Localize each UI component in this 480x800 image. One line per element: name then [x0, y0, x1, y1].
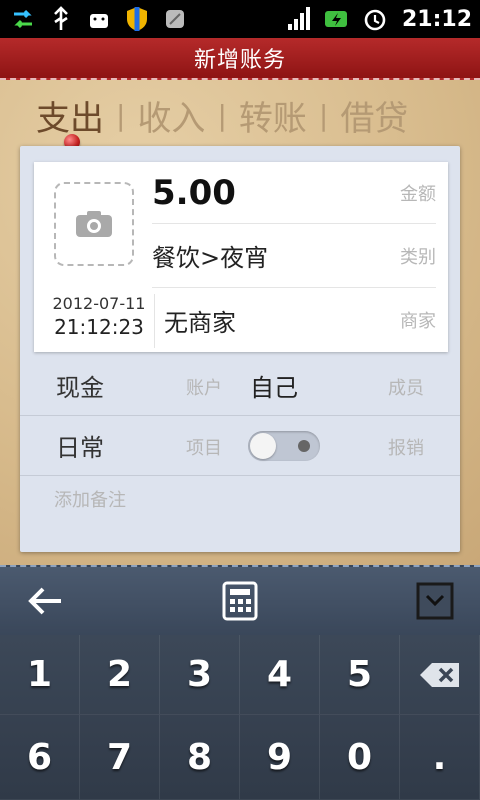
key-4[interactable]: 4: [240, 635, 320, 715]
merchant-row[interactable]: 无商家 商家: [164, 288, 436, 352]
key-6[interactable]: 6: [0, 715, 80, 800]
amount-label: 金额: [400, 183, 436, 205]
category-value[interactable]: 餐饮>夜宵: [152, 238, 268, 273]
note-icon: [160, 4, 190, 34]
keypad: 1 2 3 4 5 6 7 8 9 0 .: [0, 635, 480, 800]
key-dot[interactable]: .: [400, 715, 480, 800]
toggle-dot: [298, 440, 310, 452]
calculator-icon: [222, 581, 258, 621]
status-time: 21:12: [401, 6, 472, 32]
title-bar: 新增账务: [0, 38, 480, 80]
date-value: 2012-07-11: [52, 294, 146, 313]
battery-charging-icon: [322, 4, 352, 34]
project-value[interactable]: 日常: [56, 428, 104, 463]
alarm-icon: [360, 4, 390, 34]
status-right-icons: 21:12: [284, 4, 472, 34]
tab-separator: |: [116, 98, 126, 132]
reimburse-label: 报销: [388, 438, 424, 459]
calculator-button[interactable]: [215, 576, 265, 626]
reimburse-toggle[interactable]: [248, 431, 320, 461]
key-7[interactable]: 7: [80, 715, 160, 800]
tab-separator: |: [217, 98, 227, 132]
amount-value[interactable]: 5.00: [152, 173, 236, 213]
add-photo-button[interactable]: [54, 182, 134, 266]
back-arrow-icon: [28, 587, 61, 615]
project-label: 项目: [186, 438, 222, 459]
divider: [154, 294, 155, 348]
status-left-icons: [8, 4, 190, 34]
merchant-value[interactable]: 无商家: [164, 303, 236, 338]
amount-row[interactable]: 5.00 金额: [152, 162, 436, 224]
numeric-keyboard: 1 2 3 4 5 6 7 8 9 0 .: [0, 565, 480, 800]
key-5[interactable]: 5: [320, 635, 400, 715]
camera-icon: [76, 211, 112, 237]
page-title: 新增账务: [193, 48, 286, 73]
key-1[interactable]: 1: [0, 635, 80, 715]
category-row[interactable]: 餐饮>夜宵 类别: [152, 224, 436, 288]
datetime-picker[interactable]: 2012-07-11 21:12:23: [44, 294, 154, 350]
entry-panel: 5.00 金额 餐饮>夜宵 类别 2012-07-11 21:12:23 无商家…: [20, 146, 460, 552]
key-9[interactable]: 9: [240, 715, 320, 800]
merchant-label: 商家: [400, 311, 436, 332]
category-label: 类别: [400, 246, 436, 268]
tab-separator: |: [318, 98, 329, 132]
backspace-icon: [419, 662, 459, 687]
back-arrow-button[interactable]: [20, 576, 70, 626]
tab-expense[interactable]: 支出: [36, 91, 104, 140]
tab-loan[interactable]: 借贷: [340, 91, 408, 140]
keyboard-toolbar: [0, 565, 480, 635]
collapse-keyboard-button[interactable]: [410, 576, 460, 626]
time-value: 21:12:23: [54, 315, 144, 339]
key-2[interactable]: 2: [80, 635, 160, 715]
collapse-icon: [416, 582, 454, 620]
usb-sync-icon: [8, 4, 38, 34]
entry-board: 支出 | 收入 | 转账 | 借贷 5.00 金额 餐饮>夜宵 类别 2012-…: [0, 80, 480, 565]
type-tabs: 支出 | 收入 | 转账 | 借贷: [36, 90, 444, 140]
tab-income[interactable]: 收入: [137, 91, 205, 140]
add-note-field[interactable]: 添加备注: [54, 486, 126, 512]
account-label: 账户: [186, 378, 222, 399]
member-value[interactable]: 自己: [250, 368, 298, 403]
key-8[interactable]: 8: [160, 715, 240, 800]
status-bar: 21:12: [0, 0, 480, 38]
signal-icon: [284, 4, 314, 34]
usb-icon: [46, 4, 76, 34]
account-value[interactable]: 现金: [56, 368, 104, 403]
shield-icon: [122, 4, 152, 34]
project-reimburse-row: 日常 项目 报销: [20, 416, 460, 476]
backspace-key[interactable]: [400, 635, 480, 715]
member-label: 成员: [388, 378, 424, 399]
android-debug-icon: [84, 4, 114, 34]
entry-card: 5.00 金额 餐饮>夜宵 类别 2012-07-11 21:12:23 无商家…: [34, 162, 448, 352]
account-member-row: 现金 账户 自己 成员: [20, 356, 460, 416]
toggle-knob: [250, 433, 276, 459]
key-0[interactable]: 0: [320, 715, 400, 800]
key-3[interactable]: 3: [160, 635, 240, 715]
tab-transfer[interactable]: 转账: [239, 91, 307, 140]
